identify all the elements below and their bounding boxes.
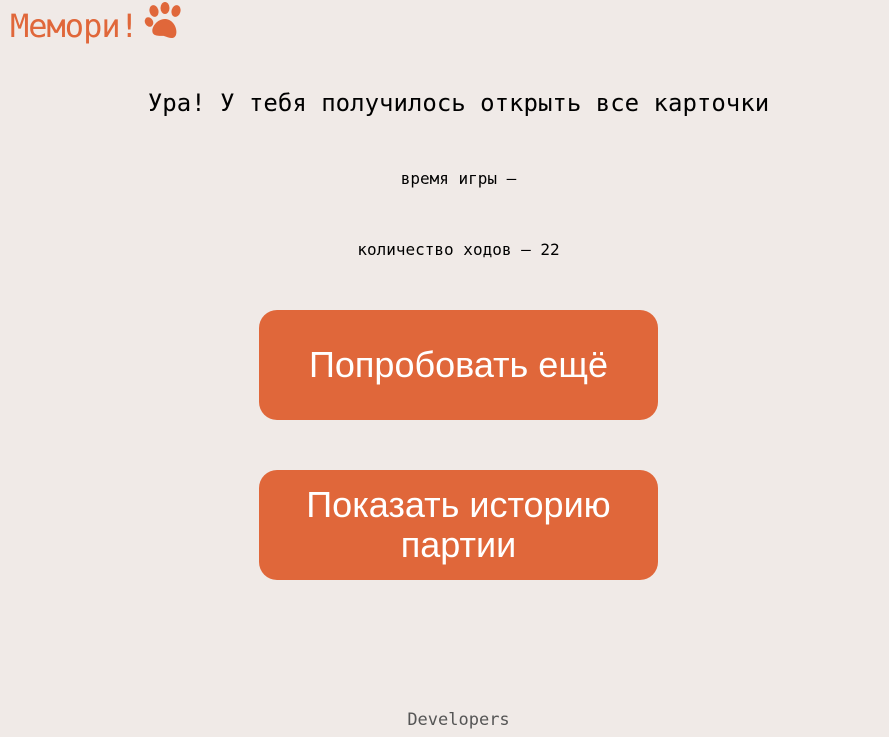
result-title: Ура! У тебя получилось открыть все карто…	[147, 89, 770, 117]
developers-link[interactable]: Developers	[0, 708, 889, 732]
logo[interactable]: Мемори!	[10, 2, 186, 48]
show-history-button[interactable]: Показать историю партии	[259, 470, 658, 580]
paw-icon	[144, 2, 181, 38]
moves-count: количество ходов — 22	[357, 240, 560, 259]
logo-text: Мемори!	[10, 7, 139, 45]
game-time: время игры —	[400, 169, 517, 188]
retry-button[interactable]: Попробовать ещё	[259, 310, 658, 420]
